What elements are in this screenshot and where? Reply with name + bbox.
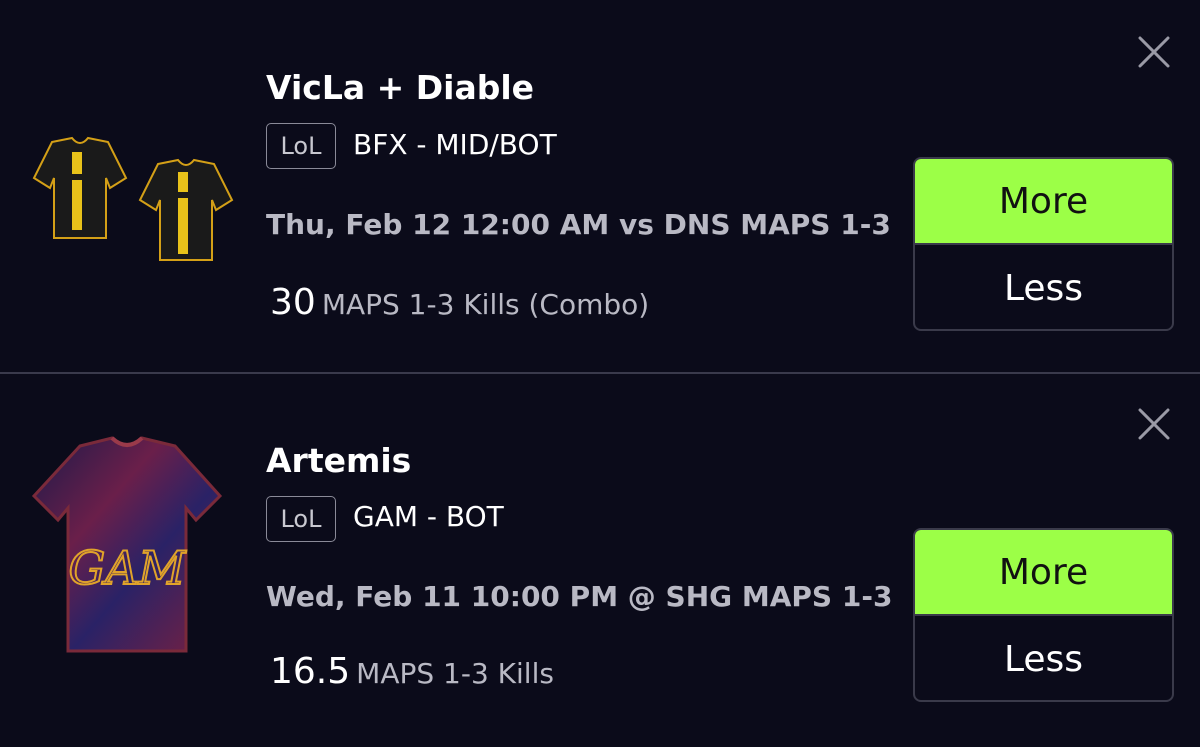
stat-label: MAPS 1-3 Kills (Combo) [321,288,650,321]
pick-button-group: More Less [913,528,1174,702]
stat-label: MAPS 1-3 Kills [356,657,554,690]
projection-card: VicLa + Diable LoL BFX - MID/BOT Thu, Fe… [0,0,1200,374]
more-button[interactable]: More [915,159,1172,245]
game-info: Wed, Feb 11 10:00 PM @ SHG MAPS 1-3 [266,580,893,613]
player-name: VicLa + Diable [266,68,535,107]
line-value: 16.5 [270,651,351,692]
projection-card: GAM Artemis LoL GAM - BOT Wed, Feb 11 10… [0,374,1200,746]
projection-line: 16.5 MAPS 1-3 Kills [270,651,554,692]
svg-text:GAM: GAM [68,541,187,595]
projection-line: 30 MAPS 1-3 Kills (Combo) [270,282,649,323]
close-icon[interactable] [1134,404,1174,444]
jersey-icon [20,100,235,310]
less-button[interactable]: Less [915,245,1172,329]
more-button[interactable]: More [915,530,1172,616]
player-name: Artemis [266,441,412,480]
game-info: Thu, Feb 12 12:00 AM vs DNS MAPS 1-3 [266,208,891,241]
pick-button-group: More Less [913,157,1174,331]
team-position: GAM - BOT [353,500,504,533]
jersey-icon: GAM [20,436,235,653]
league-badge: LoL [266,123,336,169]
team-position: BFX - MID/BOT [353,128,557,161]
less-button[interactable]: Less [915,616,1172,700]
league-badge: LoL [266,496,336,542]
close-icon[interactable] [1134,32,1174,72]
line-value: 30 [270,282,316,323]
